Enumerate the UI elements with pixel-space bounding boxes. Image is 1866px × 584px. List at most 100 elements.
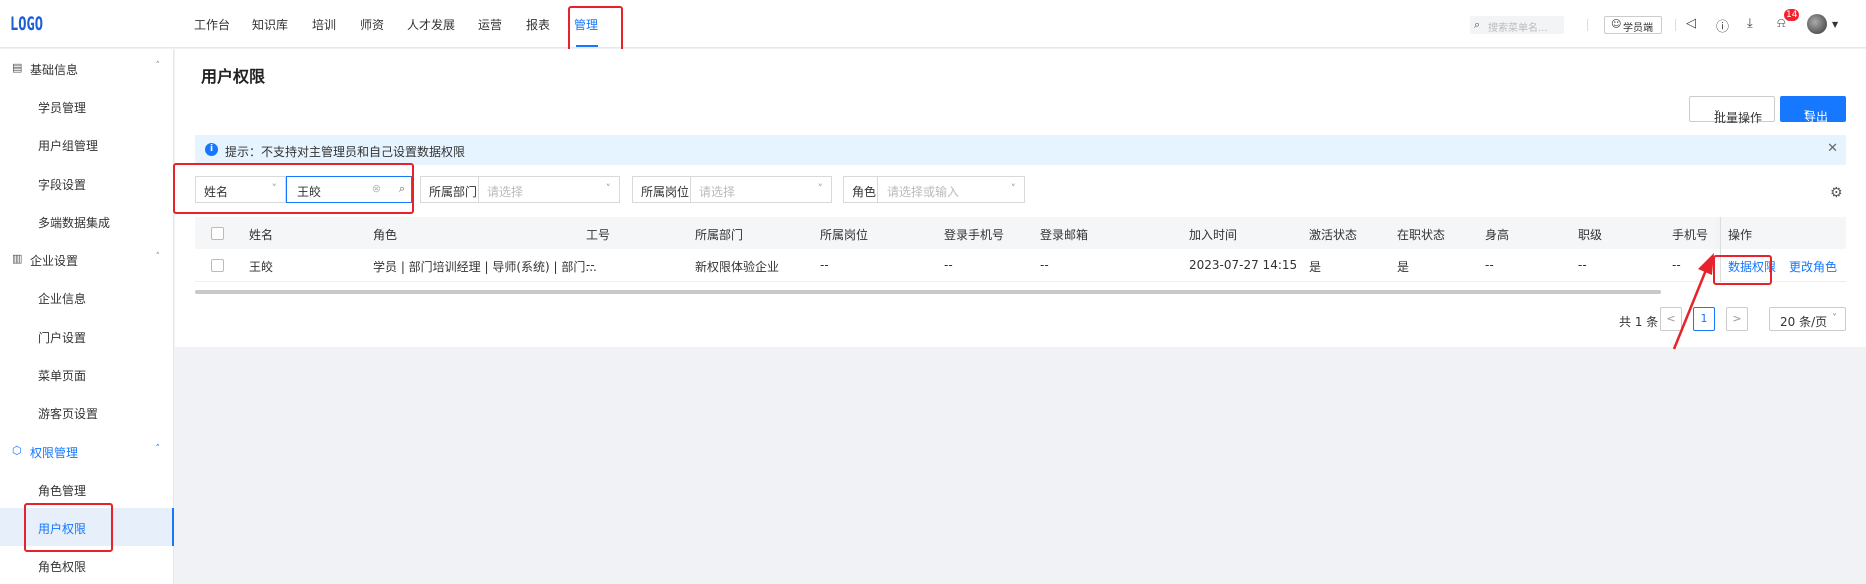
download-icon[interactable]: ⤓ xyxy=(1747,16,1753,31)
nav-operations[interactable]: 运营 xyxy=(478,16,502,33)
sidebar-item-fields[interactable]: 字段设置 xyxy=(0,164,174,202)
sidebar-group-label: 权限管理 xyxy=(30,446,79,460)
page-size-value: 20 条/页 xyxy=(1780,315,1828,329)
nav-teachers[interactable]: 师资 xyxy=(360,16,384,33)
chevron-up-icon: ˄ xyxy=(155,61,161,71)
nav-reports[interactable]: 报表 xyxy=(526,16,550,33)
sidebar-item-label: 企业信息 xyxy=(38,292,87,306)
col-role: 角色 xyxy=(373,228,398,242)
select-all-checkbox[interactable] xyxy=(211,227,224,240)
alert-text: 提示：不支持对主管理员和自己设置数据权限 xyxy=(225,145,466,159)
chevron-down-icon: ˅ xyxy=(605,182,612,195)
col-dept: 所属部门 xyxy=(695,228,744,242)
cell-employed: 是 xyxy=(1397,260,1410,274)
chevron-down-icon: ˅ xyxy=(817,182,824,195)
col-join-time: 加入时间 xyxy=(1189,228,1238,242)
cell-login-email: -- xyxy=(1040,258,1049,272)
sidebar-group-permissions[interactable]: ⬡ 权限管理 ˄ xyxy=(0,432,174,470)
col-job-no: 工号 xyxy=(586,228,611,242)
nav-knowledge[interactable]: 知识库 xyxy=(252,16,288,33)
export-button[interactable]: ⤒ 导出 xyxy=(1780,96,1846,124)
change-role-link[interactable]: 更改角色 xyxy=(1789,258,1837,275)
batch-operation-button[interactable]: 批量操作 ˅ xyxy=(1689,96,1775,125)
chevron-down-icon[interactable]: ▼ xyxy=(1832,20,1838,29)
sidebar-item-user-groups[interactable]: 用户组管理 xyxy=(0,125,174,163)
col-name: 姓名 xyxy=(249,228,274,242)
chevron-up-icon: ˄ xyxy=(155,252,161,262)
sidebar-item-label: 学员管理 xyxy=(38,101,87,115)
col-active: 激活状态 xyxy=(1309,228,1358,242)
user-icon: ☺ xyxy=(1611,19,1622,30)
help-icon[interactable]: ⓘ xyxy=(1716,16,1729,35)
chevron-down-icon: ˅ xyxy=(1832,313,1837,324)
cell-name: 王皎 xyxy=(249,260,274,274)
gear-icon[interactable]: ⚙ xyxy=(1830,185,1843,201)
divider xyxy=(1587,19,1588,31)
page-title: 用户权限 xyxy=(201,67,266,86)
cell-active: 是 xyxy=(1309,260,1322,274)
shield-icon: ⬡ xyxy=(12,444,22,457)
sidebar-item-label: 字段设置 xyxy=(38,178,87,192)
search-placeholder: 搜索菜单名... xyxy=(1488,23,1548,34)
role-select[interactable]: 角色 请选择或输入 ˅ xyxy=(843,176,1025,203)
sidebar-item-label: 多端数据集成 xyxy=(38,216,111,230)
post-select[interactable]: 所属岗位 请选择 ˅ xyxy=(632,176,832,203)
building-icon: ▥ xyxy=(12,252,23,265)
annotation-arrow xyxy=(1672,253,1714,350)
document-icon: ▤ xyxy=(12,61,23,74)
dept-select[interactable]: 所属部门 请选择 ˅ xyxy=(420,176,620,203)
sidebar-group-enterprise[interactable]: ▥ 企业设置 ˄ xyxy=(0,240,174,278)
sidebar-item-label: 用户组管理 xyxy=(38,139,99,153)
search-icon: ⌕ xyxy=(1474,18,1481,31)
nav-workbench[interactable]: 工作台 xyxy=(194,16,230,33)
chevron-down-icon: ˅ xyxy=(1714,109,1720,123)
col-login-email: 登录邮箱 xyxy=(1040,228,1089,242)
menu-search-input[interactable]: ⌕ 搜索菜单名... xyxy=(1470,16,1564,34)
sidebar-item-enterprise-info[interactable]: 企业信息 xyxy=(0,278,174,316)
sidebar-item-data-integration[interactable]: 多端数据集成 xyxy=(0,202,174,240)
sidebar-item-label: 门户设置 xyxy=(38,331,87,345)
sidebar-item-label: 角色管理 xyxy=(38,484,87,498)
sidebar-item-menu-page[interactable]: 菜单页面 xyxy=(0,355,174,393)
cell-dept: 新权限体验企业 xyxy=(695,260,780,274)
cell-join-time: 2023-07-27 14:15 xyxy=(1189,258,1298,272)
sidebar-item-guest-page[interactable]: 游客页设置 xyxy=(0,393,174,431)
row-checkbox[interactable] xyxy=(211,259,224,272)
sidebar-item-students[interactable]: 学员管理 xyxy=(0,87,174,125)
student-portal-button[interactable]: ☺ 学员端 xyxy=(1604,16,1662,34)
sidebar-group-label: 企业设置 xyxy=(30,254,79,268)
export-label: 导出 xyxy=(1804,110,1829,124)
post-placeholder: 请选择 xyxy=(699,185,736,199)
info-icon: i xyxy=(205,143,218,156)
col-employed: 在职状态 xyxy=(1397,228,1446,242)
sidebar-group-basic-info[interactable]: ▤ 基础信息 ˄ xyxy=(0,49,174,87)
dept-placeholder: 请选择 xyxy=(487,185,524,199)
avatar[interactable] xyxy=(1807,14,1827,34)
nav-training[interactable]: 培训 xyxy=(312,16,336,33)
horizontal-scrollbar[interactable] xyxy=(195,290,1661,294)
col-login-phone: 登录手机号 xyxy=(944,228,1005,242)
speaker-icon[interactable]: ◁ xyxy=(1686,16,1696,31)
post-label: 所属岗位 xyxy=(641,185,690,199)
table-row: 王皎 学员 | 部门培训经理 | 导师(系统) | 部门... -- 新权限体验… xyxy=(195,249,1846,282)
nav-talent[interactable]: 人才发展 xyxy=(407,16,455,33)
next-page-button[interactable]: > xyxy=(1726,307,1748,331)
chevron-down-icon: ˅ xyxy=(1010,182,1017,195)
sidebar-item-label: 游客页设置 xyxy=(38,407,99,421)
page-size-select[interactable]: 20 条/页 ˅ xyxy=(1769,307,1846,331)
sidebar-item-portal[interactable]: 门户设置 xyxy=(0,317,174,355)
sidebar-item-label: 菜单页面 xyxy=(38,369,87,383)
cell-role: 学员 | 部门培训经理 | 导师(系统) | 部门... xyxy=(373,260,597,274)
col-action: 操作 xyxy=(1728,228,1753,242)
chevron-up-icon: ˄ xyxy=(155,444,161,454)
sidebar-item-label: 角色权限 xyxy=(38,560,87,574)
close-icon[interactable]: ✕ xyxy=(1827,141,1838,156)
logo: LOGO xyxy=(10,13,43,35)
sidebar-group-label: 基础信息 xyxy=(30,63,79,77)
role-label: 角色 xyxy=(852,185,877,199)
col-phone: 手机号 xyxy=(1672,228,1709,242)
batch-operation-label: 批量操作 xyxy=(1714,111,1763,125)
top-navbar: LOGO 工作台 知识库 培训 师资 人才发展 运营 报表 管理 ⌕ 搜索菜单名… xyxy=(0,0,1866,57)
cell-height: -- xyxy=(1485,258,1494,272)
student-portal-label: 学员端 xyxy=(1623,23,1653,34)
